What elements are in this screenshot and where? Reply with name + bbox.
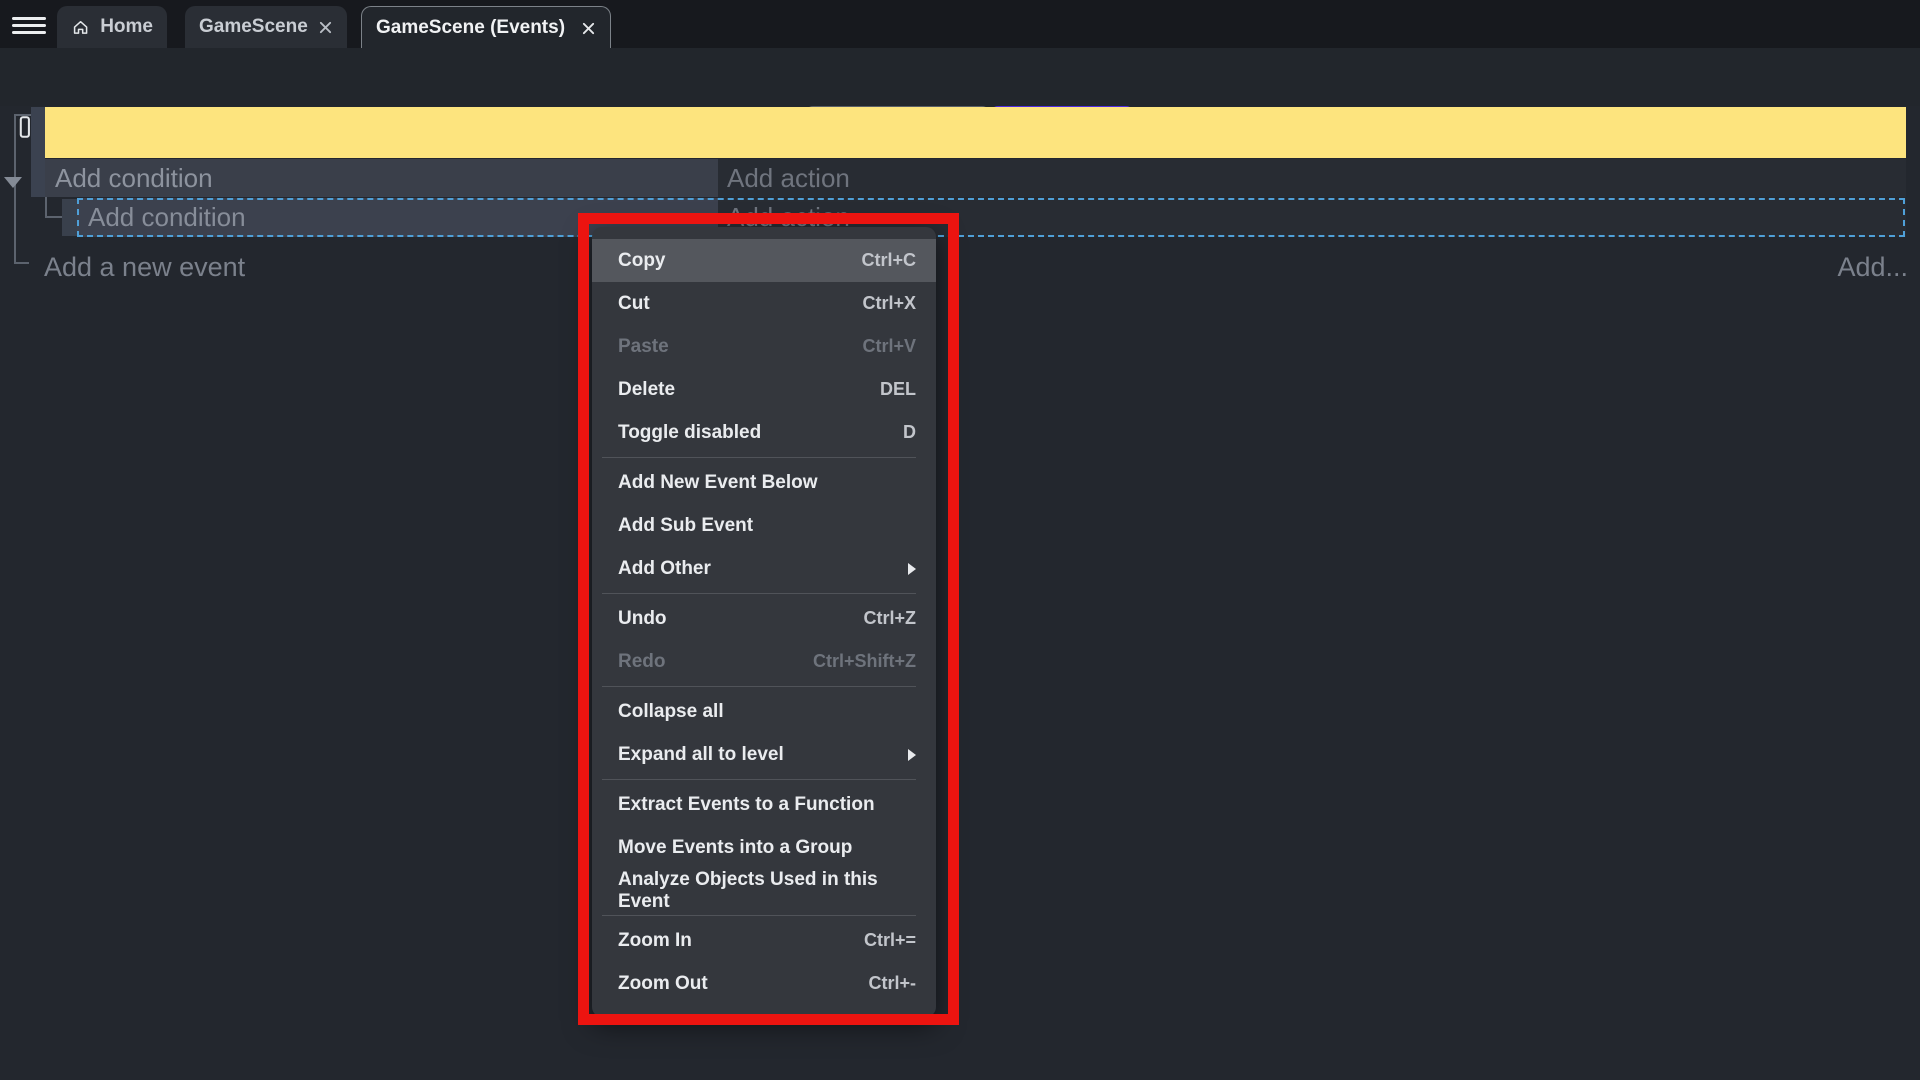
menu-separator — [602, 457, 916, 458]
collapse-event-toggle[interactable] — [4, 177, 22, 188]
add-new-event-row: Add a new event Add... — [0, 252, 1920, 288]
tree-line — [14, 114, 31, 116]
hamburger-icon — [12, 17, 46, 20]
tree-line — [45, 197, 47, 218]
subevent-drag-handle[interactable] — [62, 199, 77, 236]
events-sheet: Add condition Add action Add condition A… — [0, 106, 1920, 1080]
menu-separator — [602, 593, 916, 594]
add-condition-button[interactable]: Add condition — [45, 159, 718, 197]
tab-label: GameScene (Events) — [376, 17, 565, 39]
menu-item-add-sub-event[interactable]: Add Sub Event — [592, 504, 936, 547]
close-tab-button[interactable] — [581, 21, 596, 36]
tab-gamescene-events[interactable]: GameScene (Events) — [361, 6, 611, 49]
event-drag-handle[interactable] — [31, 107, 45, 197]
add-action-button[interactable]: Add action — [718, 159, 1906, 197]
menu-item-toggle-disabled[interactable]: Toggle disabled D — [592, 411, 936, 454]
gdevelop-window: Home GameScene GameScene (Events) — [0, 0, 1920, 1080]
tab-gamescene[interactable]: GameScene — [185, 6, 347, 48]
tree-line — [45, 216, 62, 218]
menu-item-analyze-objects[interactable]: Analyze Objects Used in this Event — [592, 869, 936, 912]
menu-item-collapse-all[interactable]: Collapse all — [592, 690, 936, 733]
menu-item-add-other[interactable]: Add Other — [592, 547, 936, 590]
menu-separator — [602, 779, 916, 780]
menu-item-copy[interactable]: Copy Ctrl+C — [592, 239, 936, 282]
events-toolbar: Preview Publish — [0, 48, 1920, 106]
menu-item-undo[interactable]: Undo Ctrl+Z — [592, 597, 936, 640]
menu-item-delete[interactable]: Delete DEL — [592, 368, 936, 411]
home-icon — [71, 17, 90, 38]
menu-separator — [602, 686, 916, 687]
tab-home[interactable]: Home — [57, 6, 167, 48]
tab-label: GameScene — [199, 16, 308, 38]
add-more-button[interactable]: Add... — [1837, 252, 1908, 283]
submenu-arrow-icon — [908, 749, 916, 761]
tab-label: Home — [100, 16, 153, 38]
menu-item-paste: Paste Ctrl+V — [592, 325, 936, 368]
menu-separator — [602, 915, 916, 916]
submenu-arrow-icon — [908, 563, 916, 575]
menu-item-add-new-event-below[interactable]: Add New Event Below — [592, 461, 936, 504]
menu-item-extract-events-to-function[interactable]: Extract Events to a Function — [592, 783, 936, 826]
tree-line — [14, 114, 16, 264]
close-icon — [318, 20, 333, 35]
menu-item-move-events-into-group[interactable]: Move Events into a Group — [592, 826, 936, 869]
tab-bar: Home GameScene GameScene (Events) — [0, 0, 1920, 48]
highlighted-comment-block[interactable] — [45, 107, 1906, 158]
context-menu: Copy Ctrl+C Cut Ctrl+X Paste Ctrl+V Dele… — [592, 227, 936, 1017]
menu-item-redo: Redo Ctrl+Shift+Z — [592, 640, 936, 683]
main-menu-button[interactable] — [12, 12, 46, 38]
menu-item-expand-all-to-level[interactable]: Expand all to level — [592, 733, 936, 776]
menu-item-zoom-out[interactable]: Zoom Out Ctrl+- — [592, 962, 936, 1005]
close-icon — [581, 21, 596, 36]
add-new-event-button[interactable]: Add a new event — [44, 252, 245, 283]
close-tab-button[interactable] — [318, 20, 333, 35]
menu-item-cut[interactable]: Cut Ctrl+X — [592, 282, 936, 325]
menu-item-zoom-in[interactable]: Zoom In Ctrl+= — [592, 919, 936, 962]
